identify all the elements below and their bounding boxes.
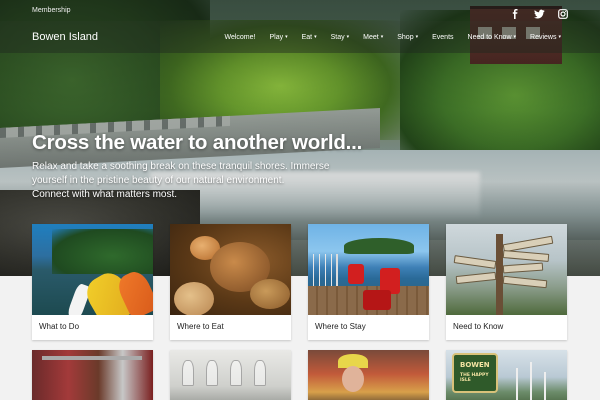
twitter-icon[interactable] bbox=[534, 6, 545, 18]
main-menu: Welcome! Play ▾ Eat ▾ Stay ▾ Meet ▾ Shop ▾ Ev… bbox=[217, 34, 568, 41]
nav-item-play[interactable]: Play ▾ bbox=[262, 34, 294, 41]
nav-item-stay[interactable]: Stay ▾ bbox=[324, 34, 357, 41]
bowen-sign: BOWEN THE HAPPY ISLE bbox=[452, 353, 498, 393]
card-label: What to Do bbox=[39, 322, 80, 331]
nav-item-label: Play bbox=[269, 33, 284, 41]
caret-down-icon: ▾ bbox=[314, 34, 317, 40]
festival-person bbox=[342, 366, 364, 392]
caret-down-icon: ▾ bbox=[285, 34, 288, 40]
caret-down-icon: ▾ bbox=[380, 34, 384, 40]
nav-item-label: Shop bbox=[397, 33, 414, 41]
caret-down-icon: ▾ bbox=[558, 34, 561, 40]
nav-item-label: Events bbox=[432, 33, 454, 41]
caret-down-icon: ▾ bbox=[513, 34, 517, 40]
nav-item-label: Eat bbox=[301, 33, 313, 41]
hero-title: Cross the water to another world... bbox=[32, 131, 363, 154]
nav-item-label: Welcome! bbox=[224, 33, 256, 41]
site-brand[interactable]: Bowen Island bbox=[32, 31, 98, 43]
sign-text: BOWEN bbox=[460, 361, 490, 369]
card-where-to-eat[interactable]: Where to Eat bbox=[170, 224, 291, 340]
card-festival[interactable] bbox=[308, 350, 429, 400]
hero-subtitle: Relax and take a soothing break on these… bbox=[32, 160, 342, 202]
card-where-to-stay[interactable]: Where to Stay bbox=[308, 224, 429, 340]
bread-image bbox=[170, 224, 291, 315]
hero-subtitle-line: Relax and take a soothing break on these… bbox=[32, 161, 330, 172]
card-label: Where to Eat bbox=[177, 322, 224, 331]
card-what-to-do[interactable]: What to Do bbox=[32, 224, 153, 340]
sign-text: THE HAPPY ISLE bbox=[460, 373, 489, 383]
card-need-to-know[interactable]: Need to Know bbox=[446, 224, 567, 340]
boat-masts bbox=[516, 368, 518, 400]
top-bar: Membership bbox=[0, 0, 600, 21]
instagram-icon[interactable] bbox=[558, 6, 568, 19]
main-navbar: Bowen Island Welcome! Play ▾ Eat ▾ Stay ▾ M… bbox=[0, 21, 600, 53]
nav-item-need-to-know[interactable]: Need to Know ▾ bbox=[461, 34, 524, 41]
card-wine-glasses[interactable] bbox=[170, 350, 291, 400]
nav-item-events[interactable]: Events bbox=[425, 34, 460, 41]
signpost-image bbox=[446, 224, 567, 315]
facebook-icon[interactable] bbox=[510, 6, 520, 19]
nav-item-meet[interactable]: Meet ▾ bbox=[356, 34, 390, 41]
social-links bbox=[510, 6, 568, 19]
hero-subtitle-line: yourself in the pristine beauty of our n… bbox=[32, 175, 285, 186]
caret-down-icon: ▾ bbox=[346, 34, 350, 40]
nav-item-label: Reviews bbox=[530, 33, 557, 41]
kayaks-image bbox=[32, 224, 153, 315]
nav-item-reviews[interactable]: Reviews ▾ bbox=[523, 34, 568, 41]
hero-subtitle-line: Connect with what matters most. bbox=[32, 189, 178, 200]
nav-item-label: Need to Know bbox=[467, 33, 512, 41]
clothing-rack bbox=[42, 356, 142, 360]
card-label: Need to Know bbox=[453, 322, 504, 331]
nav-item-welcome[interactable]: Welcome! bbox=[217, 34, 262, 41]
deck-chairs-image bbox=[308, 224, 429, 315]
nav-item-shop[interactable]: Shop ▾ bbox=[390, 34, 425, 41]
card-label: Where to Stay bbox=[315, 322, 366, 331]
nav-item-label: Meet bbox=[363, 33, 379, 41]
nav-item-label: Stay bbox=[330, 33, 345, 41]
caret-down-icon: ▾ bbox=[415, 34, 419, 40]
membership-link[interactable]: Membership bbox=[32, 7, 71, 14]
card-bowen-sign[interactable]: BOWEN THE HAPPY ISLE bbox=[446, 350, 567, 400]
card-shop-clothing[interactable] bbox=[32, 350, 153, 400]
nav-item-eat[interactable]: Eat ▾ bbox=[295, 34, 324, 41]
